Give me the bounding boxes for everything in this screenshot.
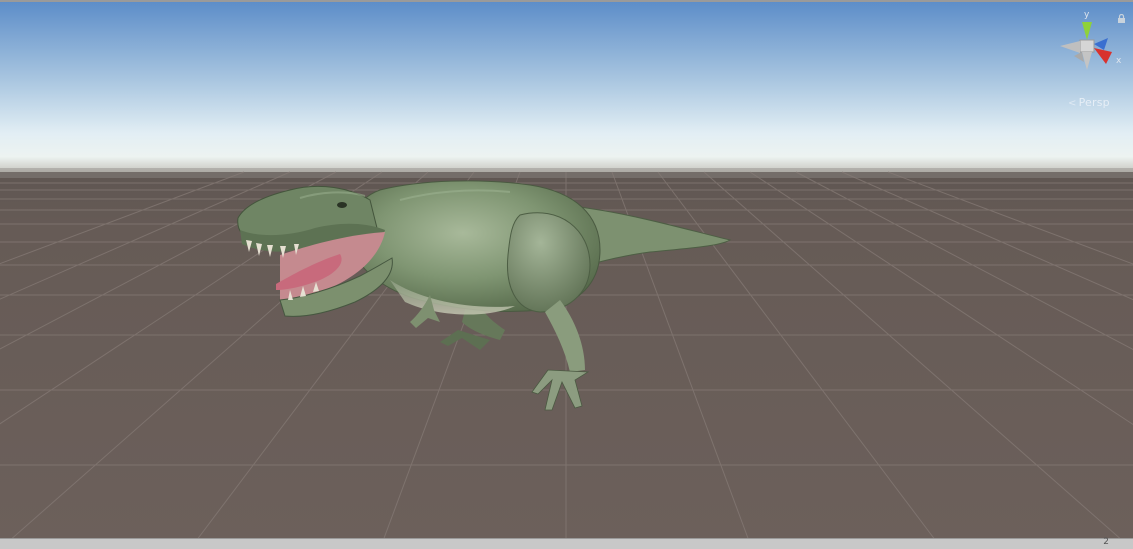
sky-background bbox=[0, 0, 1133, 178]
status-bar: 2 bbox=[0, 537, 1133, 549]
gizmo-neg-x-cone-icon[interactable] bbox=[1060, 41, 1080, 53]
gizmo-z-cone-icon[interactable] bbox=[1094, 38, 1108, 50]
toolbar-edge bbox=[0, 0, 1133, 2]
scene-viewport[interactable]: y x < Persp 2 bbox=[0, 0, 1133, 549]
gizmo-axis-y-label: y bbox=[1084, 10, 1090, 20]
lock-icon[interactable] bbox=[1117, 14, 1126, 23]
gizmo-axis-x-label: x bbox=[1116, 56, 1122, 66]
gizmo-y-cone-icon[interactable] bbox=[1082, 22, 1092, 40]
scene-canvas[interactable] bbox=[0, 0, 1133, 549]
projection-label: Persp bbox=[1078, 96, 1110, 109]
chevron-left-icon: < bbox=[1068, 98, 1077, 109]
projection-toggle[interactable]: < Persp bbox=[1068, 96, 1110, 109]
gizmo-x-cone-icon[interactable] bbox=[1094, 48, 1112, 64]
status-mark: 2 bbox=[1103, 537, 1109, 547]
